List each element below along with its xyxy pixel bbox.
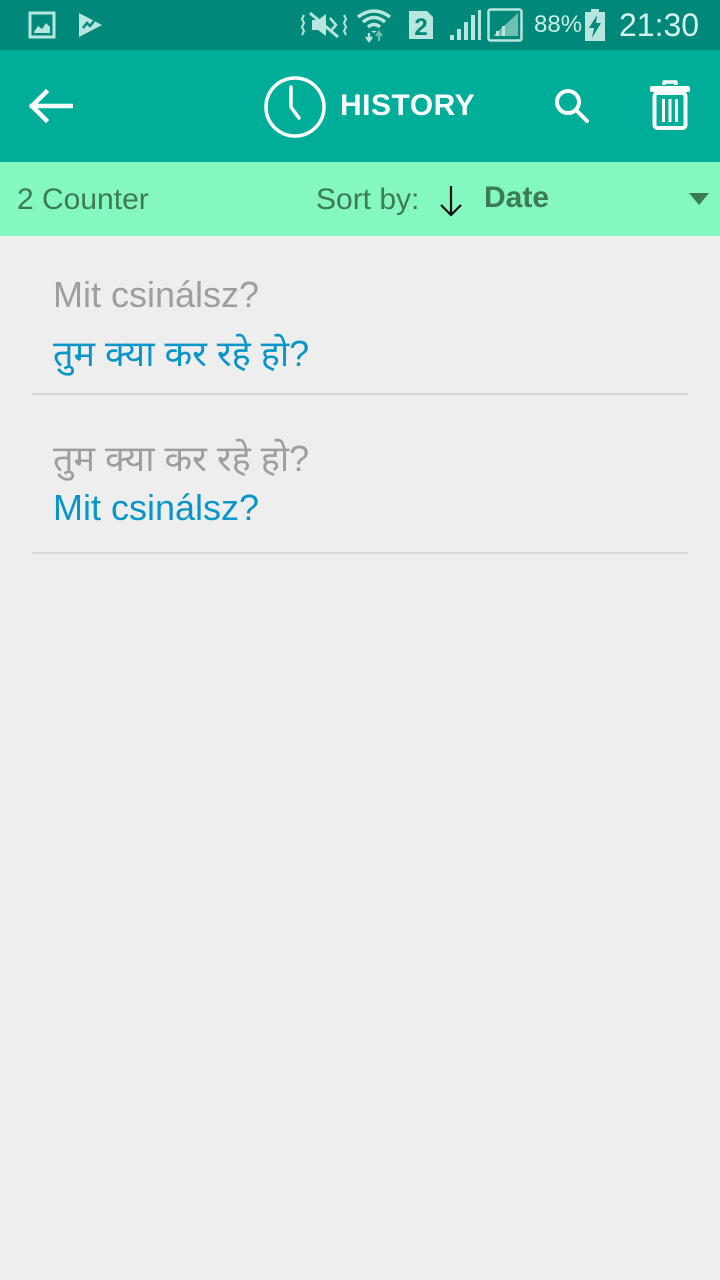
history-source-text: Mit csinálsz? <box>53 274 260 315</box>
play-store-notification-icon <box>76 0 104 50</box>
sort-bar: 2 Counter Sort by: Date <box>0 162 720 236</box>
history-translation-text: Mit csinálsz? <box>53 487 260 528</box>
search-icon <box>555 89 589 123</box>
trash-icon <box>650 80 690 130</box>
history-item[interactable]: तुम क्या कर रहे हो? Mit csinálsz? <box>32 395 688 554</box>
delete-all-button[interactable] <box>640 72 700 138</box>
status-bar: 2 88% 21:30 <box>0 0 720 50</box>
history-counter: 2 Counter <box>17 183 149 216</box>
sim-2-icon: 2 <box>407 0 435 50</box>
history-list: Mit csinálsz? तुम क्या कर रहे हो? तुम क्… <box>32 236 688 554</box>
signal-icon <box>448 0 482 50</box>
signal-roaming-icon <box>487 0 523 50</box>
clock-time: 21:30 <box>619 6 700 43</box>
search-button[interactable] <box>544 76 600 136</box>
arrow-left-icon <box>28 89 73 123</box>
back-button[interactable] <box>20 76 80 136</box>
battery-charging-icon <box>584 0 606 50</box>
battery-percentage: 88% <box>534 11 583 38</box>
sort-select-value[interactable]: Date <box>484 162 549 236</box>
sort-direction-toggle[interactable] <box>437 184 465 223</box>
history-item[interactable]: Mit csinálsz? तुम क्या कर रहे हो? <box>32 236 688 395</box>
history-source-text: तुम क्या कर रहे हो? <box>53 438 310 479</box>
arrow-down-icon <box>440 186 462 217</box>
caret-down-icon[interactable] <box>689 193 709 205</box>
wifi-icon <box>356 0 392 50</box>
page-title: HISTORY <box>340 89 476 122</box>
svg-text:2: 2 <box>414 14 427 41</box>
history-translation-text: तुम क्या कर रहे हो? <box>53 333 310 374</box>
vibrate-mute-icon <box>300 0 348 50</box>
app-bar: HISTORY <box>0 50 720 162</box>
sort-by-label: Sort by: <box>316 183 420 216</box>
clock-icon <box>262 74 328 140</box>
gallery-notification-icon <box>28 0 56 50</box>
